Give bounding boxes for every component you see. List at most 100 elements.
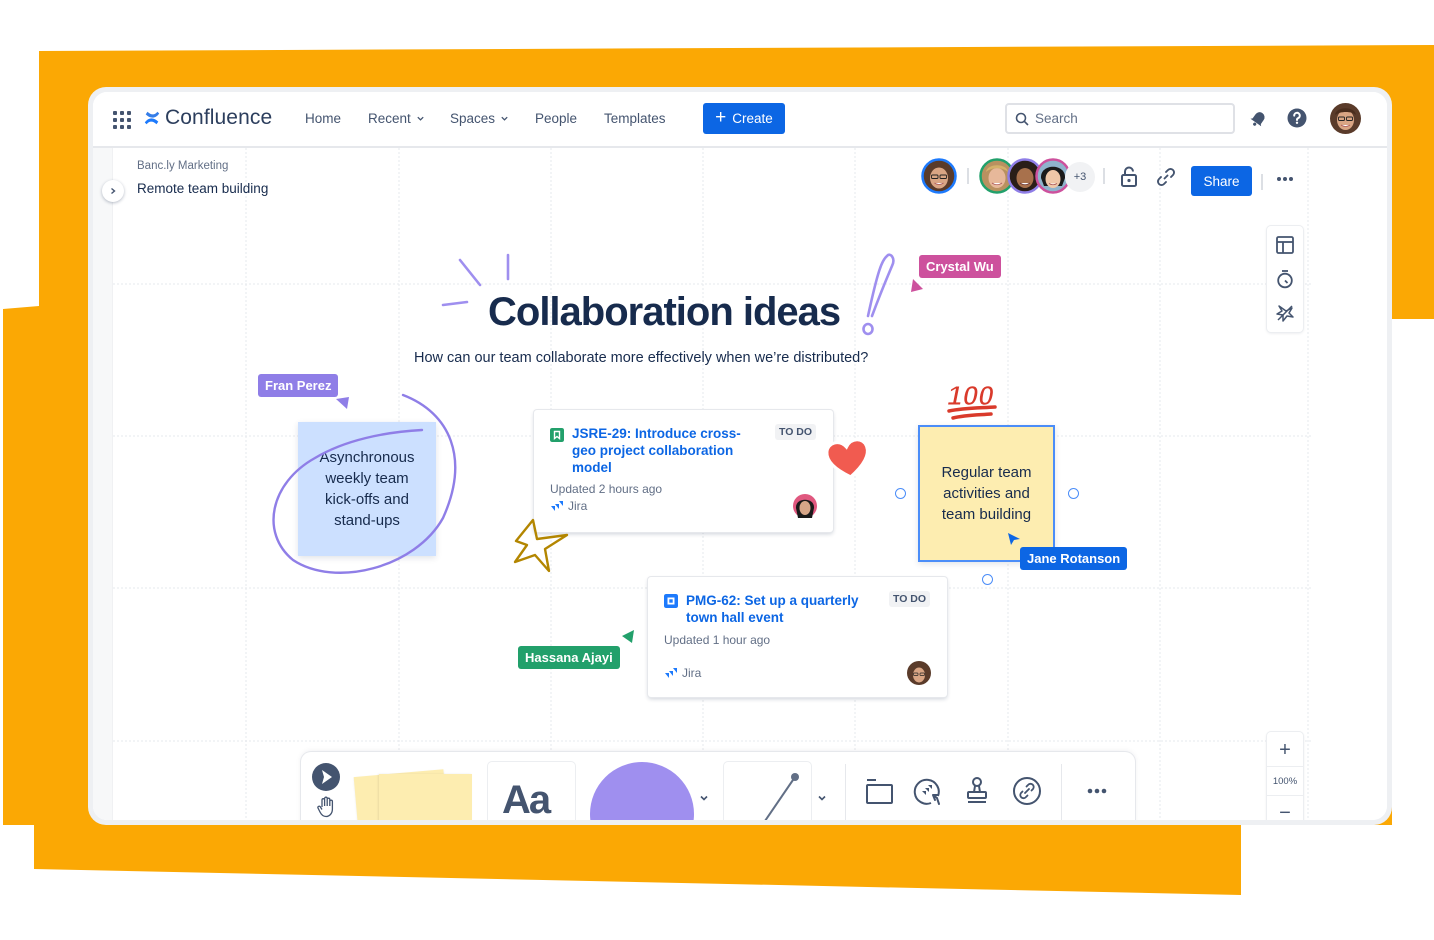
share-button[interactable]: Share	[1191, 166, 1252, 196]
creation-toolbar: Aa	[301, 752, 1135, 820]
divider	[1103, 168, 1105, 184]
jira-status-badge: TO DO	[775, 424, 817, 440]
zoom-in-button[interactable]: +	[1267, 735, 1303, 765]
stage: Confluence Home Recent Spaces People Tem…	[0, 0, 1434, 940]
jira-card[interactable]: JSRE-29: Introduce cross-geo project col…	[534, 410, 833, 532]
create-button[interactable]: + Create	[703, 103, 785, 134]
jira-source: Jira	[550, 499, 587, 513]
text-tool[interactable]: Aa	[488, 762, 575, 820]
connector-handle-bottom[interactable]	[982, 574, 993, 585]
nav-spaces-label: Spaces	[450, 111, 496, 126]
cursor-pointer-icon	[622, 630, 634, 643]
search-icon	[1015, 112, 1029, 126]
assignee-avatar[interactable]	[793, 494, 817, 518]
notification-bell-icon[interactable]	[1248, 107, 1270, 129]
cursor-label-crystal-wu: Crystal Wu	[919, 255, 1001, 278]
jira-logo-icon	[551, 501, 563, 511]
sidebar-expand-button[interactable]	[102, 180, 124, 202]
task-issue-icon	[664, 594, 678, 608]
heart-sticker[interactable]	[823, 434, 873, 482]
nav-people-label: People	[535, 111, 578, 126]
jira-status-badge: TO DO	[889, 591, 931, 607]
toolbar-divider	[1061, 764, 1062, 820]
app-window-inner: Confluence Home Recent Spaces People Tem…	[93, 92, 1387, 820]
line-tool-icon	[764, 773, 799, 820]
jira-source-label: Jira	[682, 666, 702, 680]
zoom-level[interactable]: 100%	[1267, 766, 1303, 796]
jira-card-title[interactable]: PMG-62: Set up a quarterly town hall eve…	[686, 592, 876, 626]
app-switcher-icon[interactable]	[113, 111, 131, 129]
cursor-label-hassana-ajayi: Hassana Ajayi	[518, 646, 620, 669]
more-options-icon[interactable]	[1276, 176, 1294, 182]
text-tool-label: Aa	[502, 778, 551, 820]
nav-spaces[interactable]: Spaces	[450, 111, 509, 126]
shape-dropdown-chevron-icon[interactable]	[699, 793, 709, 803]
nav-home[interactable]: Home	[305, 111, 341, 126]
cursor-label-jane-rotanson: Jane Rotanson	[1020, 547, 1128, 570]
search-input[interactable]	[1035, 111, 1225, 126]
frame-tool-icon[interactable]	[864, 776, 894, 806]
copy-link-icon[interactable]	[1156, 167, 1176, 187]
more-collaborators-badge[interactable]: +3	[1065, 162, 1095, 192]
stamp-tool-icon[interactable]	[962, 776, 992, 806]
connector-handle-right[interactable]	[1068, 488, 1079, 499]
help-icon[interactable]	[1286, 107, 1308, 129]
plus-icon: +	[715, 107, 727, 128]
app-name: Confluence	[165, 106, 273, 129]
star-doodle	[513, 518, 569, 573]
collaborator-avatar-primary[interactable]	[921, 158, 957, 194]
app-window: Confluence Home Recent Spaces People Tem…	[88, 87, 1392, 825]
divider	[967, 168, 969, 184]
timer-icon[interactable]	[1275, 269, 1295, 289]
jira-source: Jira	[664, 666, 701, 680]
unlock-icon[interactable]	[1119, 166, 1139, 188]
toolbar-divider	[845, 764, 846, 820]
cursor-pointer-icon	[1008, 533, 1020, 545]
create-label: Create	[732, 111, 773, 126]
chevron-down-icon	[501, 116, 508, 121]
exclamation-doodle	[862, 253, 895, 336]
nav-templates-label: Templates	[604, 111, 666, 126]
connector-handle-left[interactable]	[895, 488, 906, 499]
sticky-note-selected[interactable]: Regular team activities and team buildin…	[918, 425, 1055, 562]
board-heading: Collaboration ideas	[488, 290, 841, 334]
templates-icon[interactable]	[1275, 235, 1295, 255]
line-dropdown-chevron-icon[interactable]	[817, 793, 827, 803]
link-tool-icon[interactable]	[1012, 776, 1042, 806]
confluence-logo-icon	[144, 111, 160, 125]
nav-recent-label: Recent	[368, 111, 411, 126]
more-tools-icon[interactable]	[1087, 788, 1107, 794]
hand-tool-icon[interactable]	[316, 796, 336, 818]
nav-templates[interactable]: Templates	[604, 111, 666, 126]
line-tool[interactable]	[724, 762, 811, 820]
breadcrumb-space[interactable]: Banc.ly Marketing	[137, 160, 228, 172]
zoom-controls: + 100% −	[1267, 732, 1303, 820]
cursor-pointer-icon	[911, 279, 923, 292]
select-tool-icon[interactable]	[311, 762, 341, 792]
nav-home-label: Home	[305, 111, 342, 126]
confluence-logo[interactable]: Confluence	[143, 106, 272, 130]
sticky-note-text: Regular team activities and team buildin…	[941, 464, 1032, 523]
hundred-points-sticker[interactable]: 100	[943, 375, 999, 425]
jira-import-tool-icon[interactable]	[913, 776, 943, 806]
chevron-right-icon	[111, 187, 116, 195]
reactions-icon[interactable]	[1275, 303, 1295, 323]
jira-source-label: Jira	[568, 499, 588, 513]
side-tools-panel	[1267, 226, 1303, 332]
assignee-avatar[interactable]	[907, 661, 931, 685]
board-subheading: How can our team collaborate more effect…	[414, 350, 869, 366]
top-navigation: Confluence Home Recent Spaces People Tem…	[93, 92, 1387, 148]
chevron-down-icon	[417, 116, 424, 121]
profile-avatar[interactable]	[1330, 103, 1361, 134]
zoom-out-button[interactable]: −	[1267, 798, 1303, 821]
jira-card-title[interactable]: JSRE-29: Introduce cross-geo project col…	[572, 425, 762, 476]
nav-recent[interactable]: Recent	[368, 111, 425, 126]
jira-logo-icon	[665, 668, 677, 678]
search-field[interactable]	[1005, 103, 1235, 134]
circle-doodle	[272, 393, 457, 574]
jira-card[interactable]: PMG-62: Set up a quarterly town hall eve…	[648, 577, 947, 697]
jira-updated-time: Updated 2 hours ago	[550, 482, 663, 496]
canvas-left-gutter	[93, 148, 113, 820]
nav-people[interactable]: People	[535, 111, 577, 126]
divider	[1261, 174, 1263, 190]
